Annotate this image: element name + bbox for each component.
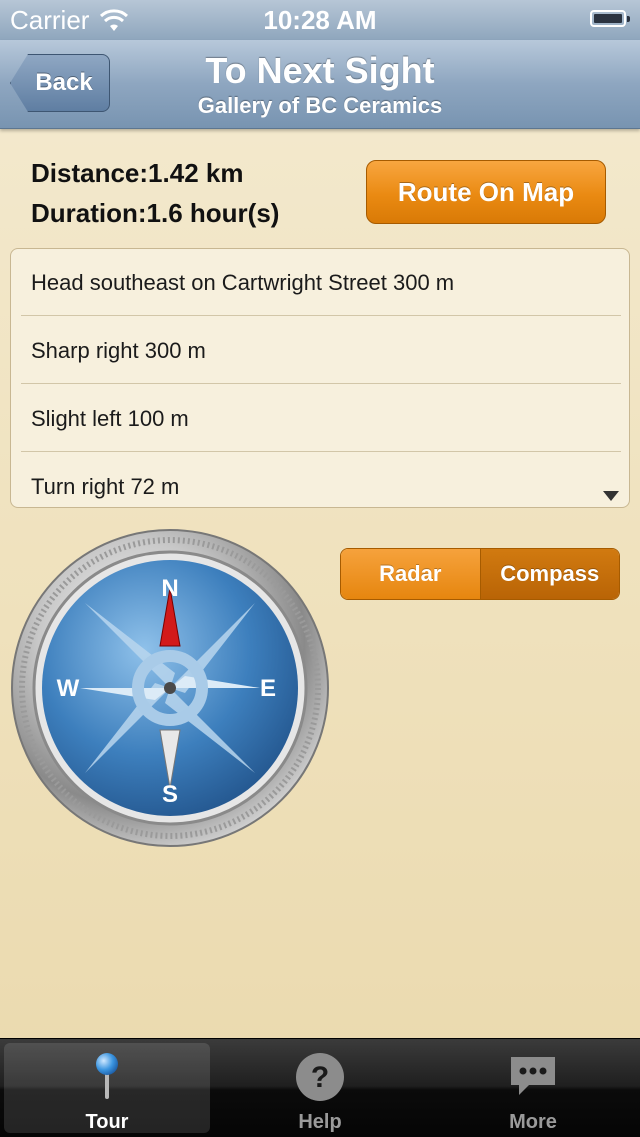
navigation-bar: Back To Next Sight Gallery of BC Ceramic…	[0, 40, 640, 129]
directions-list[interactable]: Head southeast on Cartwright Street 300 …	[10, 248, 630, 508]
route-on-map-button[interactable]: Route On Map	[366, 160, 606, 224]
duration-row: Duration:1.6 hour(s)	[31, 198, 279, 229]
duration-value: 1.6 hour(s)	[146, 198, 280, 228]
compass-north-label: N	[161, 575, 178, 602]
map-pin-icon	[96, 1053, 118, 1099]
compass-segment[interactable]: Compass	[480, 549, 619, 599]
list-item[interactable]: Head southeast on Cartwright Street 300 …	[11, 249, 629, 317]
list-item[interactable]: Turn right 72 m	[11, 453, 629, 507]
svg-text:?: ?	[311, 1061, 329, 1094]
distance-value: 1.42 km	[148, 158, 244, 188]
radar-segment[interactable]: Radar	[341, 549, 481, 599]
duration-label: Duration:	[31, 198, 147, 228]
status-bar: Carrier 10:28 AM	[0, 0, 640, 40]
compass-west-label: W	[57, 675, 80, 702]
page-subtitle: Gallery of BC Ceramics	[197, 93, 443, 118]
view-mode-segmented-control[interactable]: Radar Compass	[340, 548, 620, 600]
tab-help[interactable]: ? Help	[217, 1043, 423, 1133]
scroll-down-indicator-icon	[603, 491, 619, 501]
compass-east-label: E	[260, 675, 276, 702]
divider	[21, 451, 621, 452]
divider	[21, 315, 621, 316]
page-title: To Next Sight	[205, 50, 435, 91]
tab-label: Tour	[85, 1111, 129, 1133]
status-time: 10:28 AM	[263, 5, 377, 35]
tab-label: Help	[298, 1111, 342, 1133]
question-icon: ?	[296, 1053, 344, 1101]
tab-label: More	[509, 1111, 557, 1133]
distance-label: Distance:	[31, 158, 149, 188]
tab-bar: Tour ? Help More	[0, 1038, 640, 1137]
divider	[21, 383, 621, 384]
tab-tour[interactable]: Tour	[4, 1043, 210, 1133]
battery-icon	[590, 10, 630, 27]
compass-south-label: S	[162, 781, 178, 808]
distance-row: Distance:1.42 km	[31, 158, 243, 189]
compass-graphic: N S E W	[11, 529, 329, 847]
tab-more[interactable]: More	[430, 1043, 636, 1133]
chat-bubble-icon	[511, 1057, 555, 1095]
list-item[interactable]: Slight left 100 m	[11, 385, 629, 453]
compass-dial: N S E W	[10, 528, 330, 848]
list-item[interactable]: Sharp right 300 m	[11, 317, 629, 385]
